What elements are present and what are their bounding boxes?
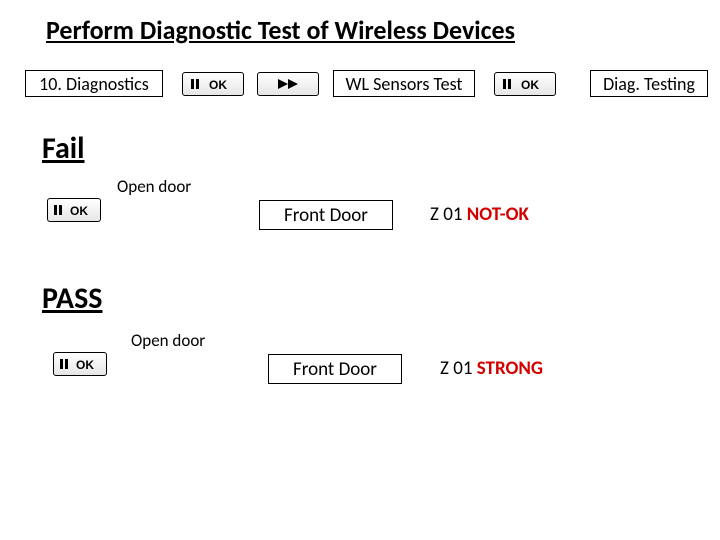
svg-text:OK: OK [209,78,227,91]
front-door-box-fail: Front Door [259,200,393,230]
zone-prefix-pass: Z 01 [440,357,477,380]
zone-status-pass: Z 01 STRONG [440,357,543,380]
svg-text:OK: OK [70,204,88,217]
ok-button-1[interactable]: OK [182,72,244,96]
forward-button[interactable] [257,72,319,96]
pass-heading: PASS [42,280,102,317]
front-door-box-pass: Front Door [268,354,402,384]
open-door-label-pass: Open door [131,330,205,351]
pause-ok-icon: OK [500,77,550,91]
wl-sensors-test-box: WL Sensors Test [333,70,475,97]
ok-button-2[interactable]: OK [494,72,556,96]
ok-button-pass[interactable]: OK [53,352,107,376]
zone-status-text-pass: STRONG [477,357,543,380]
zone-status-fail: Z 01 NOT-OK [430,203,529,226]
svg-text:OK: OK [521,78,539,91]
fail-heading: Fail [42,130,85,167]
diag-testing-box: Diag. Testing [590,70,708,97]
page-title: Perform Diagnostic Test of Wireless Devi… [46,14,515,46]
pause-ok-icon: OK [57,357,103,371]
fast-forward-icon [268,77,308,91]
open-door-label-fail: Open door [117,176,191,197]
svg-text:OK: OK [76,358,94,371]
zone-prefix-fail: Z 01 [430,203,467,226]
pause-ok-icon: OK [51,203,97,217]
zone-status-text-fail: NOT-OK [467,203,529,226]
diagnostics-menu-box: 10. Diagnostics [25,70,163,97]
ok-button-fail[interactable]: OK [47,198,101,222]
pause-ok-icon: OK [188,77,238,91]
